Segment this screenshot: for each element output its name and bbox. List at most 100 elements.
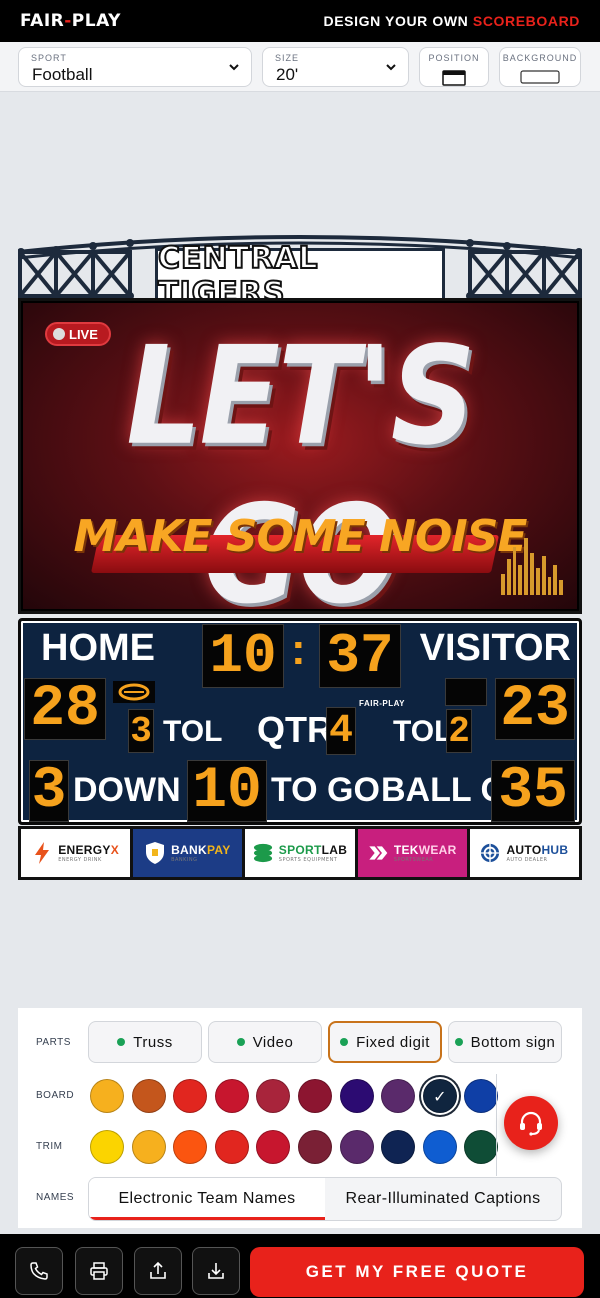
download-button[interactable] <box>192 1247 240 1295</box>
qtr-label: QTR <box>257 709 333 750</box>
printer-icon <box>90 1262 108 1280</box>
sponsor-panel[interactable]: TEKWEAR SPORTSWEAR <box>357 829 467 877</box>
sponsor-panel[interactable]: SPORTLAB SPORTS EQUIPMENT <box>245 829 355 877</box>
share-icon <box>150 1261 166 1279</box>
trim-color-swatch[interactable] <box>298 1130 332 1164</box>
sponsor-text: AUTOHUB AUTO DEALER <box>506 843 568 863</box>
sponsor-name: SPORTLAB <box>278 843 348 857</box>
phone-icon <box>30 1262 48 1280</box>
bottom-action-bar: GET MY FREE QUOTE <box>0 1234 600 1298</box>
size-select-label: SIZE <box>275 53 300 63</box>
board-color-swatch[interactable] <box>90 1079 124 1113</box>
sponsor-name: AUTOHUB <box>506 843 569 857</box>
sponsor-subtitle: SPORTS EQUIPMENT <box>278 857 338 863</box>
rear-illuminated-captions-option[interactable]: Rear-Illuminated Captions <box>325 1178 561 1220</box>
bottom-sign-sponsors[interactable]: ENERGYX ENERGY DRINK BANKPAY BANKING SPORTLA… <box>18 826 582 880</box>
home-label: HOME <box>41 627 155 669</box>
sponsor-subtitle: AUTO DEALER <box>506 857 548 863</box>
part-label: Fixed digit <box>356 1033 430 1051</box>
sport-select-value: Football <box>32 65 93 84</box>
clock-colon: : <box>291 625 306 674</box>
swatch-scroll-divider <box>496 1074 497 1176</box>
trim-color-swatch[interactable] <box>131 1130 166 1164</box>
call-button[interactable] <box>15 1247 63 1295</box>
board-color-swatch[interactable]: ✓ <box>422 1079 457 1113</box>
down-label: DOWN <box>73 771 181 809</box>
sponsor-name: BANKPAY <box>171 843 231 857</box>
sport-select-label: SPORT <box>31 53 67 63</box>
sponsor-subtitle: BANKING <box>171 857 198 863</box>
status-dot-icon <box>454 1038 463 1046</box>
board-color-swatch[interactable] <box>339 1079 374 1113</box>
check-icon: ✓ <box>433 1086 447 1106</box>
trim-color-swatch[interactable] <box>214 1130 249 1164</box>
togo-digits: 10 <box>187 760 267 822</box>
customization-panel: PARTS Truss Video Fixed digit Bottom sign B… <box>18 1008 582 1228</box>
status-dot-icon <box>117 1038 126 1046</box>
trim-color-swatch[interactable] <box>422 1130 457 1164</box>
board-color-swatch[interactable] <box>131 1079 166 1113</box>
brand-logo[interactable]: FAIR-PLAY <box>20 11 121 31</box>
team-name-banner[interactable]: CENTRAL TIGERS <box>155 240 445 312</box>
background-label: BACKGROUND <box>502 53 578 63</box>
trim-color-swatch[interactable] <box>173 1130 208 1164</box>
board-color-swatch[interactable] <box>298 1079 332 1113</box>
get-quote-button[interactable]: GET MY FREE QUOTE <box>250 1247 584 1297</box>
share-button[interactable] <box>134 1247 182 1295</box>
chevron-down-icon <box>386 64 396 71</box>
sport-select[interactable]: SPORT Football <box>18 47 252 87</box>
fixed-digit-board[interactable]: HOME VISITOR 10 : 37 28 23 3 TOL QTR 4 F… <box>18 618 582 825</box>
board-color-swatch[interactable] <box>464 1079 499 1113</box>
visitor-tol-label: TOL <box>393 715 453 748</box>
part-fixed-digit-button[interactable]: Fixed digit <box>328 1021 442 1063</box>
size-select[interactable]: SIZE 20' <box>262 47 409 87</box>
stack-icon <box>253 843 273 863</box>
trim-color-swatch[interactable] <box>256 1130 291 1164</box>
chevrons-icon <box>368 843 388 863</box>
sponsor-panel[interactable]: AUTOHUB AUTO DEALER <box>469 829 580 877</box>
status-dot-icon <box>236 1038 245 1046</box>
part-label: Truss <box>133 1033 173 1051</box>
print-button[interactable] <box>75 1247 123 1295</box>
ballon-digits: 35 <box>491 760 575 822</box>
trim-color-swatch[interactable] <box>381 1130 416 1164</box>
logo-part-left: FAIR <box>20 11 65 31</box>
position-button[interactable]: POSITION <box>419 47 489 87</box>
trim-color-swatch[interactable] <box>90 1130 124 1164</box>
video-display[interactable]: LIVE LET'S GO MAKE SOME NOISE <box>18 298 582 614</box>
home-timeouts: 3 <box>128 709 154 753</box>
download-icon <box>208 1263 224 1279</box>
background-button[interactable]: BACKGROUND <box>499 47 581 87</box>
quarter-digit: 4 <box>326 707 356 755</box>
home-tol-label: TOL <box>163 715 223 748</box>
position-label: POSITION <box>428 53 480 63</box>
down-digit: 3 <box>29 760 69 822</box>
board-color-swatch[interactable] <box>381 1079 416 1113</box>
parts-row-label: PARTS <box>36 1037 71 1048</box>
togo-label: TO GO <box>271 771 380 809</box>
board-color-swatch[interactable] <box>173 1079 208 1113</box>
board-color-swatch[interactable] <box>214 1079 249 1113</box>
trim-color-swatch[interactable] <box>464 1130 499 1164</box>
board-color-swatch[interactable] <box>256 1079 291 1113</box>
part-bottom-sign-button[interactable]: Bottom sign <box>448 1021 562 1063</box>
sponsor-text: TEKWEAR SPORTSWEAR <box>394 843 457 863</box>
sponsor-text: ENERGYX ENERGY DRINK <box>58 843 119 863</box>
logo-dash: - <box>64 11 72 31</box>
electronic-team-names-option[interactable]: Electronic Team Names <box>89 1178 325 1220</box>
part-video-button[interactable]: Video <box>208 1021 322 1063</box>
equalizer-icon <box>501 535 563 595</box>
support-button[interactable] <box>504 1096 558 1150</box>
scoreboard-preview: CENTRAL TIGERS LIVE LET'S GO MAKE SOME N… <box>18 228 582 880</box>
visitor-label: VISITOR <box>419 627 571 669</box>
visitor-score: 23 <box>495 678 575 740</box>
board-row-label: BOARD <box>36 1090 75 1101</box>
sponsor-panel[interactable]: BANKPAY BANKING <box>133 829 243 877</box>
tagline-accent: SCOREBOARD <box>472 13 580 29</box>
names-row-label: NAMES <box>36 1192 75 1203</box>
part-truss-button[interactable]: Truss <box>88 1021 202 1063</box>
visitor-possession-indicator <box>445 678 487 706</box>
tagline: DESIGN YOUR OWN SCOREBOARD <box>324 13 581 29</box>
sponsor-panel[interactable]: ENERGYX ENERGY DRINK <box>21 829 131 877</box>
trim-color-swatch[interactable] <box>339 1130 374 1164</box>
